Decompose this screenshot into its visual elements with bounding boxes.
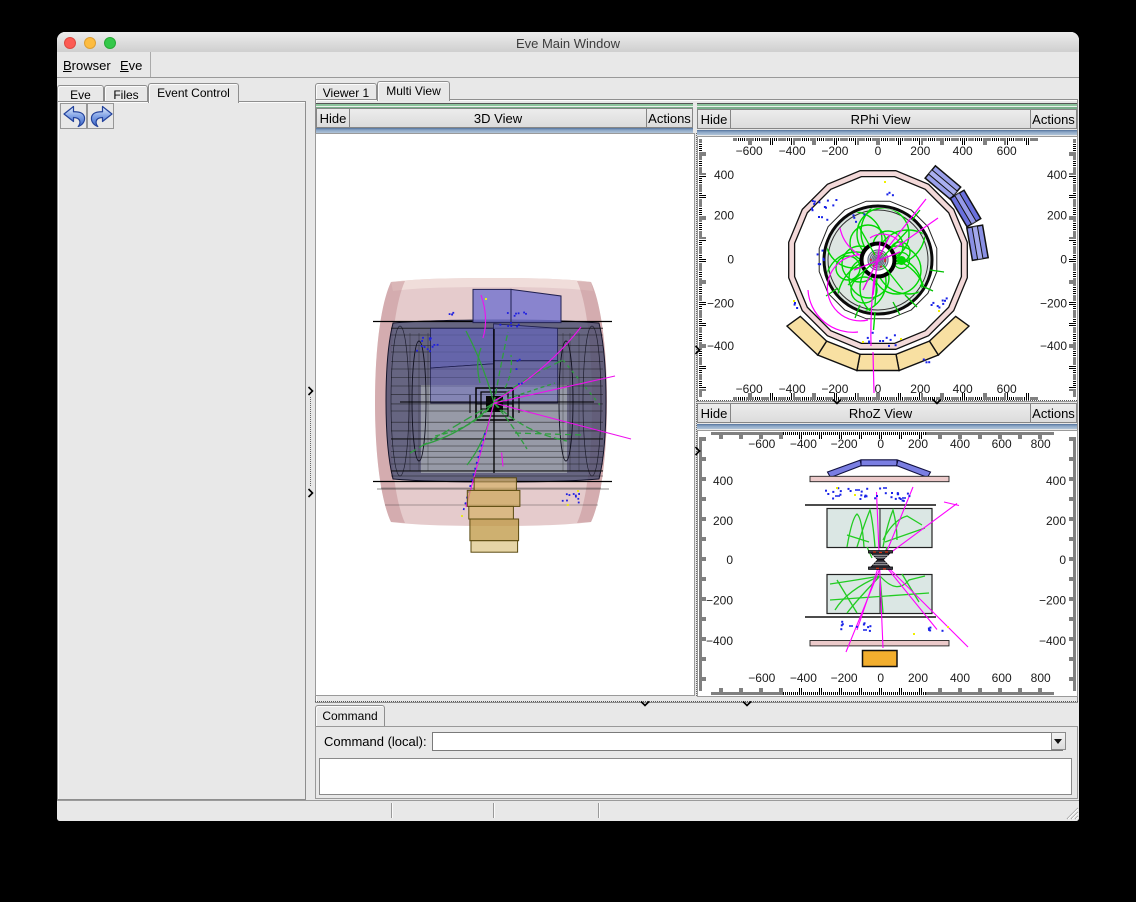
svg-text:−400: −400 (1039, 634, 1066, 648)
svg-text:−600: −600 (748, 671, 775, 685)
svg-text:0: 0 (726, 553, 733, 567)
svg-text:400: 400 (1047, 168, 1067, 182)
svg-text:200: 200 (714, 209, 734, 223)
svg-text:400: 400 (950, 671, 970, 685)
svg-text:200: 200 (910, 144, 930, 158)
svg-text:0: 0 (1059, 553, 1066, 567)
svg-text:200: 200 (910, 382, 930, 396)
svg-text:−200: −200 (1039, 594, 1066, 608)
svg-text:0: 0 (727, 253, 734, 267)
svg-text:−400: −400 (779, 382, 806, 396)
svg-text:800: 800 (1031, 671, 1051, 685)
svg-text:−600: −600 (736, 382, 763, 396)
svg-text:0: 0 (877, 437, 884, 451)
svg-text:400: 400 (713, 474, 733, 488)
svg-text:−200: −200 (706, 594, 733, 608)
svg-text:0: 0 (875, 382, 882, 396)
svg-text:−600: −600 (748, 437, 775, 451)
svg-text:−200: −200 (831, 437, 858, 451)
svg-text:−200: −200 (707, 297, 734, 311)
svg-text:200: 200 (1046, 514, 1066, 528)
svg-text:−600: −600 (736, 144, 763, 158)
svg-text:600: 600 (997, 382, 1017, 396)
svg-text:600: 600 (997, 144, 1017, 158)
svg-text:−200: −200 (821, 382, 848, 396)
svg-text:−400: −400 (790, 671, 817, 685)
svg-text:200: 200 (908, 671, 928, 685)
svg-text:−200: −200 (1040, 297, 1067, 311)
svg-text:800: 800 (1031, 437, 1051, 451)
svg-text:400: 400 (953, 382, 973, 396)
svg-text:200: 200 (1047, 209, 1067, 223)
svg-text:0: 0 (877, 671, 884, 685)
svg-text:200: 200 (908, 437, 928, 451)
svg-text:400: 400 (1046, 474, 1066, 488)
svg-text:400: 400 (950, 437, 970, 451)
svg-text:−400: −400 (1040, 339, 1067, 353)
svg-text:−400: −400 (706, 634, 733, 648)
svg-text:0: 0 (875, 144, 882, 158)
svg-text:−400: −400 (790, 437, 817, 451)
svg-text:600: 600 (992, 671, 1012, 685)
svg-text:−400: −400 (779, 144, 806, 158)
svg-text:−200: −200 (821, 144, 848, 158)
svg-text:−200: −200 (831, 671, 858, 685)
svg-text:400: 400 (714, 168, 734, 182)
svg-text:−400: −400 (707, 339, 734, 353)
svg-text:200: 200 (713, 514, 733, 528)
svg-text:400: 400 (953, 144, 973, 158)
svg-text:600: 600 (992, 437, 1012, 451)
svg-text:0: 0 (1060, 253, 1067, 267)
